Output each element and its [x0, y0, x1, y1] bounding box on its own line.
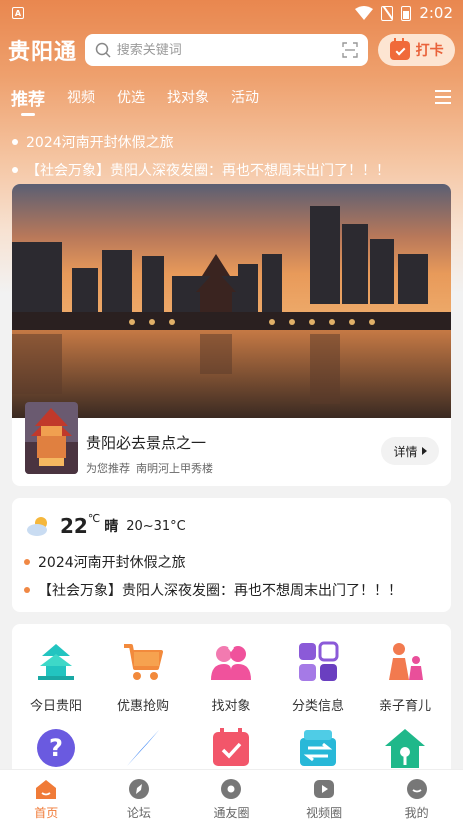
home-icon: [36, 780, 57, 799]
status-bar: A 2:02: [0, 0, 463, 26]
detail-button[interactable]: 详情: [381, 437, 439, 465]
friends-circle-icon: [221, 779, 242, 799]
bullet-dot: [12, 167, 18, 173]
no-sim-icon: [381, 5, 394, 21]
play-triangle-icon: [421, 447, 427, 455]
weather-news-list: 2024河南开封休假之旅 【社会万象】贵阳人深夜发圈：再也不想周末出门了！！！: [24, 548, 402, 604]
nav-home[interactable]: 首页: [0, 770, 93, 823]
menu-icon[interactable]: [435, 90, 451, 104]
couple-icon: [211, 646, 251, 680]
nav-video-circle[interactable]: 视频圈: [278, 770, 371, 823]
nav-friends-circle[interactable]: 通友圈: [185, 770, 278, 823]
grid-item-dating[interactable]: 找对象: [191, 640, 271, 714]
news-item[interactable]: 【社会万象】贵阳人深夜发圈：再也不想周末出门了！！！: [24, 576, 402, 604]
weather-card: 22 ℃ 晴 20~31°C 2024河南开封休假之旅 【社会万象】贵阳人深夜发…: [12, 498, 451, 612]
checkin-button[interactable]: 打卡: [378, 34, 456, 66]
pavilion-icon: [38, 644, 74, 680]
nav-label: 首页: [34, 806, 59, 820]
compass-icon: [127, 730, 159, 766]
temperature-unit: ℃: [87, 511, 101, 525]
banner-thumbnail: [25, 402, 78, 474]
banner-subtitle: 为您推荐 南明河上甲秀楼: [86, 460, 213, 476]
bottom-navigation: 首页 论坛 通友圈 视频圈 我的: [0, 769, 463, 823]
bullet-dot: [24, 587, 30, 593]
grid-label: 分类信息: [291, 699, 344, 714]
grid-label: 亲子育儿: [378, 699, 431, 714]
cart-icon: [124, 644, 163, 680]
app-notification-icon: A: [12, 7, 24, 19]
function-grid: 今日贵阳 优惠抢购 找对象 分类信息 亲子育儿 ?: [12, 624, 451, 784]
banner-card[interactable]: 贵阳必去景点之一 为您推荐 南明河上甲秀楼 详情: [12, 184, 451, 486]
grid-label: 优惠抢购: [116, 699, 169, 714]
weather-condition: 晴: [104, 519, 119, 535]
nav-label: 论坛: [126, 806, 151, 820]
house-key-icon: [385, 729, 425, 768]
app-header: 贵阳通 打卡: [0, 32, 463, 68]
tab-dating[interactable]: 找对象: [167, 82, 209, 107]
headline-text: 【社会万象】贵阳人深夜发圈：再也不想周末出门了！！！: [26, 163, 390, 179]
headline-text: 2024河南开封休假之旅: [26, 135, 174, 151]
search-input[interactable]: [116, 42, 337, 58]
temperature: 22: [60, 514, 88, 538]
nav-profile[interactable]: 我的: [370, 770, 463, 823]
nav-label: 我的: [404, 806, 429, 820]
category-icon: [299, 641, 339, 681]
news-text: 【社会万象】贵阳人深夜发圈：再也不想周末出门了！！！: [38, 583, 402, 599]
status-time: 2:02: [419, 4, 453, 22]
category-tabs: 推荐 视频 优选 找对象 活动: [0, 82, 463, 118]
news-item[interactable]: 2024河南开封休假之旅: [24, 548, 402, 576]
tab-selected[interactable]: 优选: [117, 82, 145, 107]
temperature-range: 20~31°C: [126, 518, 186, 534]
partly-sunny-icon: [27, 517, 47, 536]
checkin-label: 打卡: [415, 43, 444, 59]
tab-video[interactable]: 视频: [67, 82, 95, 107]
calendar-check-icon: [213, 728, 249, 766]
grid-item-today-guiyang[interactable]: 今日贵阳: [16, 640, 96, 714]
grid-label: 今日贵阳: [29, 699, 82, 714]
nav-label: 通友圈: [213, 806, 250, 820]
grid-label: 找对象: [211, 699, 251, 714]
nav-label: 视频圈: [306, 806, 343, 820]
banner-title: 贵阳必去景点之一: [86, 434, 207, 452]
detail-label: 详情: [393, 444, 418, 459]
grid-item-parenting[interactable]: 亲子育儿: [365, 640, 445, 714]
calendar-check-icon: [389, 37, 410, 60]
weather-row: 22 ℃ 晴 20~31°C: [26, 512, 186, 540]
search-bar[interactable]: [84, 34, 369, 66]
wifi-icon: [355, 6, 374, 20]
battery-icon: [401, 5, 412, 21]
grid-item-classified[interactable]: 分类信息: [278, 640, 358, 714]
app-logo: 贵阳通: [8, 40, 78, 65]
svg-text:?: ?: [49, 734, 63, 762]
news-text: 2024河南开封休假之旅: [38, 555, 186, 571]
scan-icon[interactable]: [342, 42, 358, 58]
bullet-dot: [12, 139, 18, 145]
tab-recommend[interactable]: 推荐: [11, 82, 45, 116]
bullet-dot: [24, 559, 30, 565]
banner-image: [12, 184, 451, 418]
headline-list: 2024河南开封休假之旅 【社会万象】贵阳人深夜发圈：再也不想周末出门了！！！: [12, 128, 452, 184]
video-icon: [314, 780, 335, 798]
forum-icon: [128, 779, 149, 799]
profile-icon: [406, 779, 427, 799]
question-icon: ?: [37, 729, 75, 767]
exchange-icon: [300, 730, 336, 766]
search-icon: [95, 42, 111, 58]
nav-forum[interactable]: 论坛: [93, 770, 186, 823]
location-text: 南明河上甲秀楼: [136, 462, 213, 475]
tab-activity[interactable]: 活动: [231, 82, 259, 107]
headline-item[interactable]: 2024河南开封休假之旅: [12, 128, 452, 156]
recommend-tag: 为您推荐: [86, 462, 130, 475]
grid-item-deals[interactable]: 优惠抢购: [103, 640, 183, 714]
headline-item[interactable]: 【社会万象】贵阳人深夜发圈：再也不想周末出门了！！！: [12, 156, 452, 184]
parent-child-icon: [389, 643, 423, 680]
